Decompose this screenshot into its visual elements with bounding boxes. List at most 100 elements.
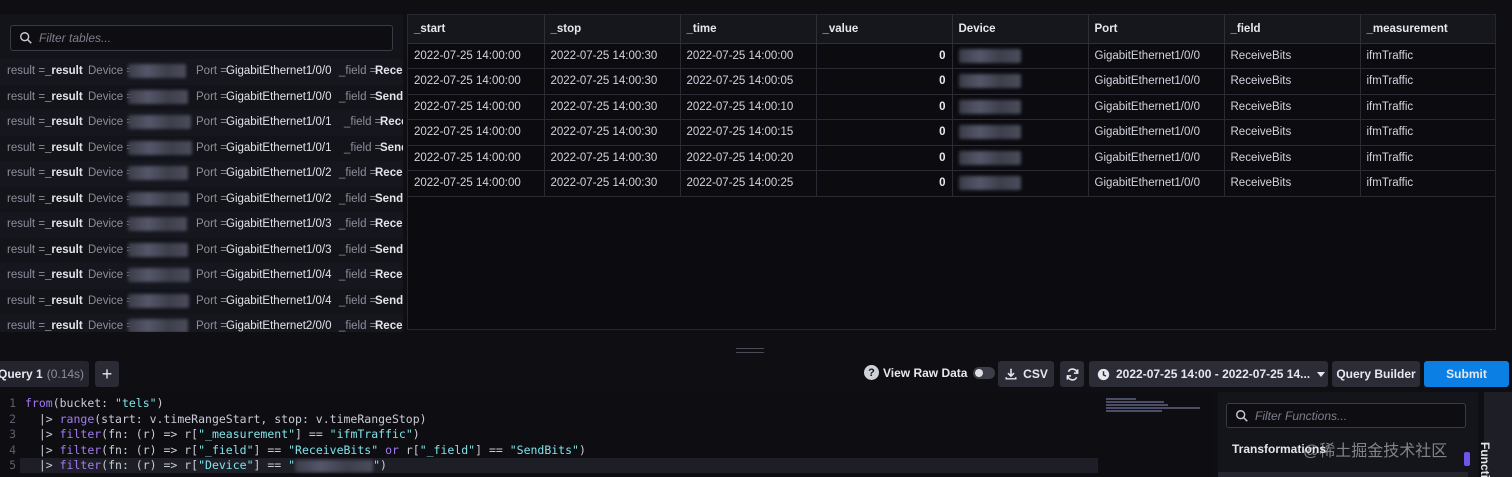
result-key: result = bbox=[7, 320, 46, 332]
field-key: _field = bbox=[339, 65, 377, 77]
column-header[interactable]: Device bbox=[952, 15, 1089, 44]
table-cell: ifmTraffic bbox=[1360, 43, 1495, 69]
table-cell: 0 bbox=[816, 145, 953, 171]
code-line[interactable]: |> filter(fn: (r) => r["_measurement"] =… bbox=[25, 427, 420, 441]
table-cell: GigabitEthernet1/0/0 bbox=[1088, 43, 1225, 69]
port-value: GigabitEthernet1/0/3 bbox=[226, 218, 332, 230]
field-key: _field = bbox=[339, 192, 377, 205]
port-value: GigabitEthernet1/0/4 bbox=[226, 294, 332, 307]
view-raw-data-toggle[interactable] bbox=[973, 366, 996, 379]
result-key: result = bbox=[7, 141, 46, 154]
result-value: _result bbox=[45, 116, 83, 128]
csv-download-button[interactable]: CSV bbox=[998, 361, 1054, 387]
table-cell: 2022-07-25 14:00:00 bbox=[408, 145, 545, 171]
code-token: "ifmTraffic" bbox=[329, 427, 413, 441]
code-token: ) bbox=[578, 442, 586, 457]
functions-panel: Transformations bbox=[1218, 392, 1478, 477]
code-token: r[ bbox=[405, 442, 420, 457]
table-list-item[interactable]: result = _result Device = Port = GigabitEthe… bbox=[0, 161, 403, 187]
panel-resize-handle[interactable] bbox=[736, 348, 764, 353]
table-list-item[interactable]: result = _result Device = Port = GigabitEthe… bbox=[0, 136, 403, 162]
result-value: _result bbox=[45, 90, 83, 103]
code-token: (bucket: bbox=[52, 396, 116, 410]
table-row: 2022-07-25 14:00:00 2022-07-25 14:00:30 20… bbox=[408, 119, 1495, 146]
table-list-item[interactable]: result = _result Device = Port = GigabitEthe… bbox=[0, 289, 403, 315]
column-header[interactable]: _field bbox=[1224, 15, 1361, 44]
field-value: SendI bbox=[375, 243, 403, 256]
filter-tables-input[interactable] bbox=[39, 31, 379, 45]
table-cell: ifmTraffic bbox=[1360, 170, 1495, 197]
search-icon bbox=[20, 32, 32, 44]
table-cell: 2022-07-25 14:00:30 bbox=[544, 43, 681, 69]
editor-minimap[interactable] bbox=[1106, 398, 1202, 412]
table-list-item[interactable]: result = _result Device = Port = GigabitEthe… bbox=[0, 212, 403, 238]
result-value: _result bbox=[45, 65, 83, 77]
device-key: Device = bbox=[88, 65, 134, 77]
column-header[interactable]: _start bbox=[408, 15, 545, 44]
code-token: filter bbox=[59, 458, 102, 472]
column-header[interactable]: _value bbox=[816, 15, 953, 44]
field-key: _field = bbox=[339, 294, 377, 307]
view-raw-data-label: View Raw Data bbox=[883, 365, 968, 380]
result-value: _result bbox=[45, 192, 83, 205]
code-token: filter bbox=[59, 442, 102, 457]
port-value: GigabitEthernet1/0/4 bbox=[226, 269, 332, 281]
code-line[interactable]: from(bucket: "tels") bbox=[25, 396, 164, 410]
field-value: Recei bbox=[380, 116, 403, 128]
table-list-item[interactable]: result = _result Device = Port = GigabitEthe… bbox=[0, 238, 403, 264]
caret-down-icon bbox=[1317, 372, 1325, 377]
column-header[interactable]: _stop bbox=[544, 15, 681, 44]
result-value: _result bbox=[45, 167, 83, 179]
line-number: 3 bbox=[9, 427, 16, 441]
time-range-dropdown[interactable]: 2022-07-25 14:00 - 2022-07-25 14... bbox=[1089, 361, 1328, 387]
table-list-item[interactable]: result = _result Device = Port = GigabitEthe… bbox=[0, 110, 403, 136]
result-value: _result bbox=[45, 243, 83, 256]
query-tab-1[interactable]: Query 1 (0.14s) bbox=[0, 361, 89, 387]
table-row: 2022-07-25 14:00:00 2022-07-25 14:00:30 20… bbox=[408, 43, 1495, 69]
submit-button[interactable]: Submit bbox=[1424, 361, 1509, 387]
code-line[interactable]: |> filter(fn: (r) => r["Device"] == " ") bbox=[25, 458, 387, 472]
table-cell: ifmTraffic bbox=[1360, 68, 1495, 95]
refresh-button[interactable] bbox=[1060, 361, 1084, 387]
functions-side-tab[interactable]: Functions bbox=[1478, 392, 1512, 477]
device-key: Device = bbox=[88, 116, 134, 128]
port-key: Port = bbox=[196, 218, 228, 230]
port-value: GigabitEthernet1/0/0 bbox=[226, 65, 332, 77]
filter-tables-box[interactable] bbox=[10, 25, 393, 51]
code-token: |> bbox=[25, 458, 60, 472]
code-token: ] == bbox=[253, 442, 289, 457]
table-cell bbox=[952, 94, 1089, 120]
code-line[interactable]: |> range(start: v.timeRangeStart, stop: … bbox=[25, 412, 427, 426]
table-list-item[interactable]: result = _result Device = Port = GigabitEthe… bbox=[0, 263, 403, 289]
table-cell: ifmTraffic bbox=[1360, 119, 1495, 146]
redacted-device-value bbox=[128, 293, 189, 308]
table-row: 2022-07-25 14:00:00 2022-07-25 14:00:30 20… bbox=[408, 94, 1495, 120]
help-icon[interactable]: ? bbox=[864, 365, 879, 380]
code-line[interactable]: |> filter(fn: (r) => r["_field"] == "Rec… bbox=[25, 443, 586, 457]
table-list-item[interactable]: result = _result Device = Port = GigabitEthe… bbox=[0, 314, 403, 332]
column-header[interactable]: _time bbox=[680, 15, 817, 44]
table-list-item[interactable]: result = _result Device = Port = GigabitEthe… bbox=[0, 85, 403, 111]
filter-functions-input[interactable] bbox=[1255, 408, 1455, 423]
column-header[interactable]: Port bbox=[1088, 15, 1225, 44]
table-cell: GigabitEthernet1/0/0 bbox=[1088, 68, 1225, 95]
table-cell: 2022-07-25 14:00:30 bbox=[544, 170, 681, 197]
table-list-item[interactable]: result = _result Device = Port = GigabitEthe… bbox=[0, 187, 403, 213]
port-key: Port = bbox=[196, 65, 228, 77]
functions-scrollbar[interactable] bbox=[1464, 452, 1470, 466]
table-cell: ReceiveBits bbox=[1224, 94, 1361, 120]
add-query-button[interactable]: + bbox=[95, 361, 119, 387]
result-key: result = bbox=[7, 167, 46, 179]
table-list-item[interactable]: result = _result Device = Port = GigabitEthe… bbox=[0, 59, 403, 85]
port-value: GigabitEthernet1/0/2 bbox=[226, 167, 332, 179]
result-key: result = bbox=[7, 90, 46, 103]
query-editor[interactable]: 1 from(bucket: "tels") 2 |> range(start: v… bbox=[0, 392, 1212, 477]
table-cell: ifmTraffic bbox=[1360, 145, 1495, 171]
table-row: 2022-07-25 14:00:00 2022-07-25 14:00:30 20… bbox=[408, 68, 1495, 95]
port-value: GigabitEthernet1/0/1 bbox=[226, 116, 332, 128]
query-builder-button[interactable]: Query Builder bbox=[1332, 361, 1420, 387]
functions-list-item[interactable] bbox=[1218, 472, 1468, 477]
result-value: _result bbox=[45, 294, 83, 307]
filter-functions-box[interactable] bbox=[1226, 403, 1466, 428]
column-header[interactable]: _measurement bbox=[1360, 15, 1495, 44]
